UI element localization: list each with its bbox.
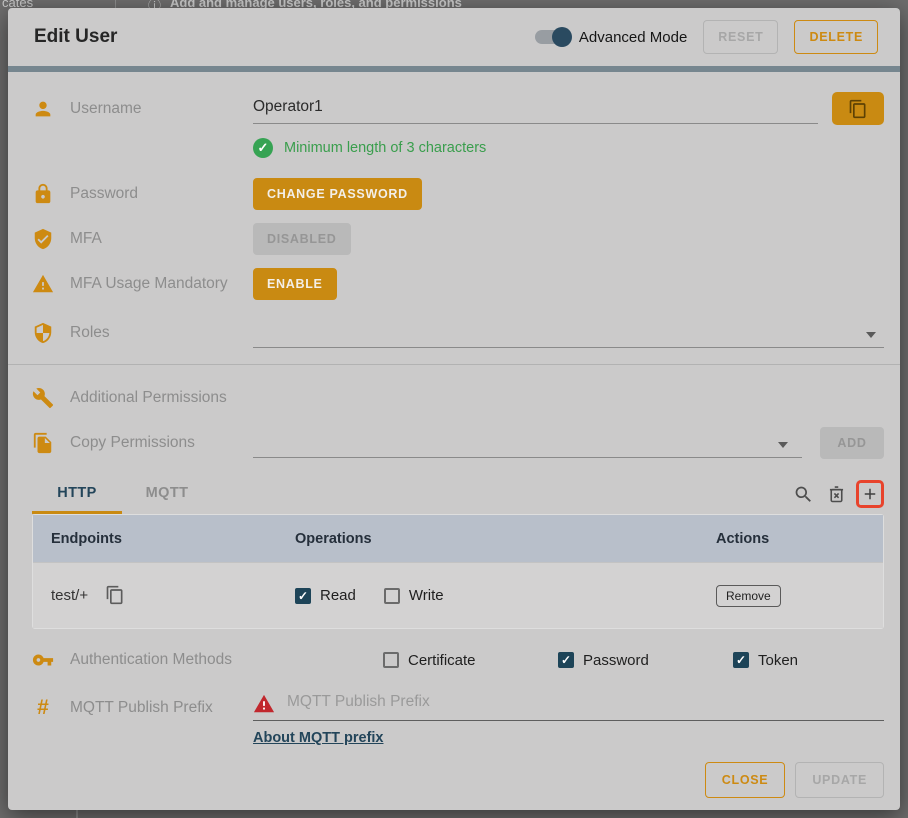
username-input[interactable]	[253, 94, 818, 123]
additional-permissions-label: Additional Permissions	[70, 389, 227, 407]
checkbox-unchecked-icon[interactable]	[383, 652, 399, 668]
column-endpoints: Endpoints	[33, 531, 295, 547]
dialog-title: Edit User	[34, 26, 117, 48]
checkbox-checked-icon[interactable]	[558, 652, 574, 668]
section-divider	[8, 364, 900, 365]
username-label: Username	[70, 100, 142, 118]
mfa-row: MFA DISABLED	[32, 223, 884, 255]
read-label: Read	[320, 587, 356, 604]
roles-label: Roles	[70, 324, 110, 342]
delete-all-trash-icon[interactable]	[823, 481, 849, 507]
key-icon	[32, 649, 54, 671]
mqtt-prefix-label: MQTT Publish Prefix	[70, 699, 213, 717]
screen: cates ⓘ Add and manage users, roles, and…	[0, 0, 908, 818]
mqtt-prefix-row: # MQTT Publish Prefix About MQTT prefix	[32, 689, 884, 747]
dialog-header: Edit User Advanced Mode RESET DELETE	[8, 8, 900, 66]
backdrop-divider	[115, 0, 116, 8]
copy-endpoint-icon[interactable]	[104, 585, 126, 607]
dialog-body: Username Minimum length of 3 characters	[8, 72, 900, 810]
backdrop-page-strip: cates ⓘ Add and manage users, roles, and…	[0, 0, 908, 8]
write-label: Write	[409, 587, 444, 604]
roles-select[interactable]	[253, 318, 884, 348]
wrench-icon	[32, 387, 54, 409]
checkbox-checked-icon[interactable]	[733, 652, 749, 668]
delete-button[interactable]: DELETE	[794, 20, 878, 54]
password-label: Password	[70, 185, 138, 203]
copy-username-button[interactable]	[832, 92, 884, 125]
checkbox-unchecked-icon[interactable]	[384, 588, 400, 604]
column-actions: Actions	[716, 531, 883, 547]
mfa-label: MFA	[70, 230, 102, 248]
password-option-label: Password	[583, 652, 649, 669]
copy-icon	[848, 99, 868, 119]
username-validation: Minimum length of 3 characters	[253, 138, 884, 158]
close-button[interactable]: CLOSE	[705, 762, 786, 798]
mqtt-prefix-input[interactable]	[287, 689, 884, 718]
update-button[interactable]: UPDATE	[795, 762, 884, 798]
hash-icon: #	[32, 697, 54, 719]
password-checkbox[interactable]: Password	[558, 652, 733, 669]
advanced-mode-label: Advanced Mode	[579, 29, 687, 46]
column-operations: Operations	[295, 531, 716, 547]
dialog-footer: CLOSE UPDATE	[32, 762, 884, 798]
add-permission-button[interactable]	[856, 480, 884, 508]
certificate-checkbox[interactable]: Certificate	[383, 652, 558, 669]
mfa-mandatory-row: MFA Usage Mandatory ENABLE	[32, 268, 884, 300]
file-copy-icon	[32, 432, 54, 454]
chevron-down-icon	[778, 442, 788, 448]
error-warning-icon	[253, 693, 275, 715]
backdrop-description: Add and manage users, roles, and permiss…	[170, 0, 462, 8]
permissions-tabs: HTTP MQTT	[32, 475, 884, 514]
chevron-down-icon	[866, 332, 876, 338]
auth-methods-row: Authentication Methods Certificate Passw…	[32, 649, 884, 671]
remove-button[interactable]: Remove	[716, 585, 781, 607]
lock-icon	[32, 183, 54, 205]
about-mqtt-prefix-link[interactable]: About MQTT prefix	[253, 730, 384, 746]
toggle-track-icon[interactable]	[535, 30, 569, 44]
add-copy-permissions-button[interactable]: ADD	[820, 427, 884, 459]
person-icon	[32, 98, 54, 120]
backdrop-left-text: cates	[2, 0, 33, 8]
username-validation-text: Minimum length of 3 characters	[284, 140, 486, 156]
shield-check-icon	[32, 228, 54, 250]
check-circle-icon	[253, 138, 273, 158]
username-row: Username	[32, 92, 884, 125]
reset-button[interactable]: RESET	[703, 20, 778, 54]
permissions-table: Endpoints Operations Actions test/+	[32, 514, 884, 629]
tab-mqtt[interactable]: MQTT	[122, 475, 212, 514]
backdrop-bottom-divider	[76, 810, 78, 818]
checkbox-checked-icon[interactable]	[295, 588, 311, 604]
password-row: Password CHANGE PASSWORD	[32, 178, 884, 210]
info-icon: ⓘ	[148, 0, 161, 8]
table-row: test/+ Read Write	[33, 562, 883, 628]
copy-permissions-label: Copy Permissions	[70, 434, 195, 452]
plus-icon	[861, 485, 879, 503]
toggle-knob-icon[interactable]	[552, 27, 572, 47]
certificate-label: Certificate	[408, 652, 476, 669]
auth-methods-label: Authentication Methods	[70, 651, 232, 669]
additional-permissions-row: Additional Permissions	[32, 387, 884, 409]
warning-triangle-icon	[32, 273, 54, 295]
table-header-row: Endpoints Operations Actions	[33, 515, 883, 562]
endpoint-value: test/+	[51, 587, 88, 604]
edit-user-dialog: Edit User Advanced Mode RESET DELETE Use…	[8, 8, 900, 810]
tab-http[interactable]: HTTP	[32, 475, 122, 514]
read-checkbox[interactable]: Read	[295, 587, 356, 604]
mfa-mandatory-label: MFA Usage Mandatory	[70, 275, 228, 293]
search-icon[interactable]	[790, 481, 816, 507]
change-password-button[interactable]: CHANGE PASSWORD	[253, 178, 422, 210]
token-checkbox[interactable]: Token	[733, 652, 900, 669]
security-shield-icon	[32, 322, 54, 344]
copy-permissions-row: Copy Permissions ADD	[32, 427, 884, 459]
advanced-mode-toggle[interactable]: Advanced Mode	[535, 29, 687, 46]
copy-permissions-select[interactable]	[253, 428, 802, 458]
token-label: Token	[758, 652, 798, 669]
write-checkbox[interactable]: Write	[384, 587, 444, 604]
mfa-disabled-button[interactable]: DISABLED	[253, 223, 351, 255]
mfa-enable-button[interactable]: ENABLE	[253, 268, 337, 300]
roles-row: Roles	[32, 318, 884, 348]
